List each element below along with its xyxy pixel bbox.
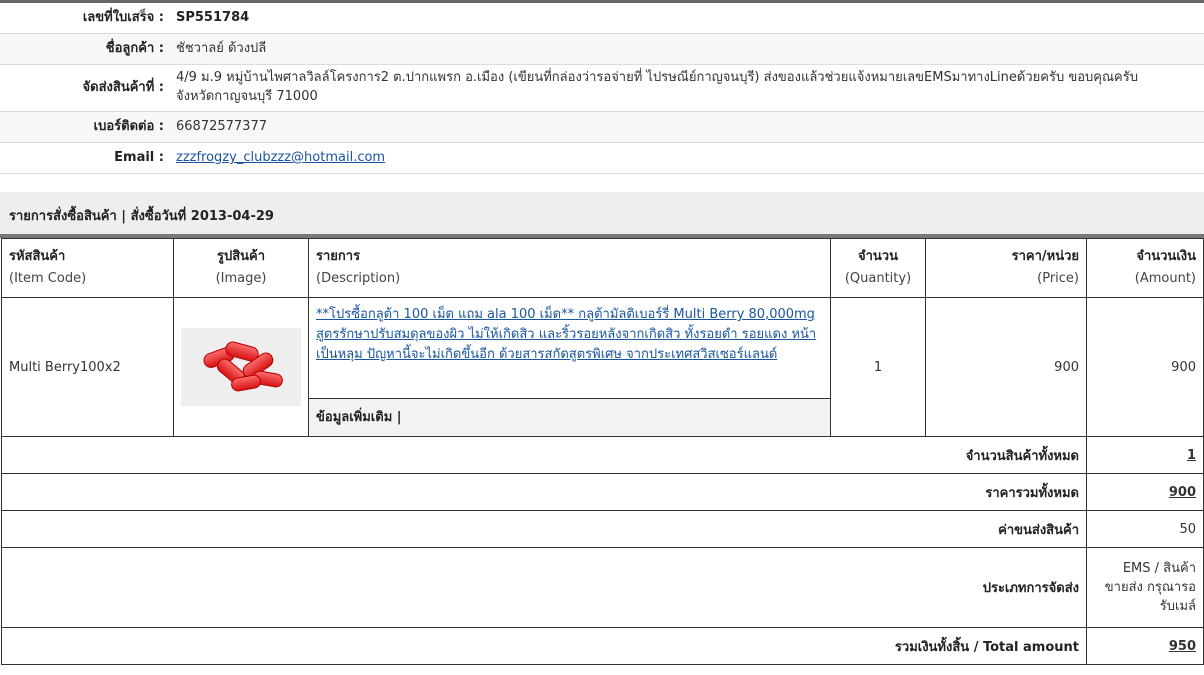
column-header-sublabel: (Amount) — [1134, 271, 1196, 286]
email-link[interactable]: zzzfrogzy_clubzzz@hotmail.com — [176, 150, 385, 165]
summary-row-shipping-type: ประเภทการจัดส่ง EMS / สินค้าขายส่ง กรุณา… — [1, 547, 1204, 628]
column-header-sublabel: (Description) — [316, 271, 401, 286]
shipping-type-label: ประเภทการจัดส่ง — [1, 547, 1087, 628]
shipping-type-value: EMS / สินค้าขายส่ง กรุณารอรับเมล์ — [1086, 547, 1204, 628]
column-header-sublabel: (Item Code) — [9, 271, 87, 286]
column-header-label: รูปสินค้า — [216, 249, 266, 264]
table-header-row: รหัสสินค้า (Item Code) รูปสินค้า (Image)… — [1, 238, 1204, 298]
table-row: Multi Berry100x2 **โปรซื้อกลูต้า 100 เม็… — [1, 297, 1204, 437]
address-label: จัดส่งสินค้าที่ : — [82, 80, 164, 95]
phone-label: เบอร์ติดต่อ : — [93, 119, 164, 134]
item-image-cell — [173, 297, 309, 437]
column-header-sublabel: (Quantity) — [844, 271, 912, 286]
column-header-amount: จำนวนเงิน (Amount) — [1086, 238, 1204, 298]
item-quantity: 1 — [830, 297, 926, 437]
summary-row-grand-total: รวมเงินทั้งสิ้น / Total amount 950 — [1, 627, 1204, 665]
receipt-label: เลขที่ใบเสร็จ : — [82, 10, 164, 25]
receipt-row: เลขที่ใบเสร็จ : SP551784 — [0, 3, 1204, 34]
column-header-item-code: รหัสสินค้า (Item Code) — [1, 238, 174, 298]
item-description-box: **โปรซื้อกลูต้า 100 เม็ด แถม ala 100 เม็… — [309, 298, 830, 398]
total-price-cell: 900 — [1086, 473, 1204, 511]
item-amount: 900 — [1086, 297, 1204, 437]
column-header-price: ราคา/หน่วย (Price) — [925, 238, 1087, 298]
column-header-label: จำนวน — [858, 249, 898, 264]
order-list-header: รายการสั่งซื้อสินค้า | สั่งซื้อวันที่ 20… — [0, 192, 1204, 238]
item-description-link[interactable]: **โปรซื้อกลูต้า 100 เม็ด แถม ala 100 เม็… — [316, 307, 816, 362]
column-header-image: รูปสินค้า (Image) — [173, 238, 309, 298]
customer-row: ชื่อลูกค้า : ชัชวาลย์ ด้วงปลี — [0, 34, 1204, 65]
grand-total-cell: 950 — [1086, 627, 1204, 665]
shipping-fee-value: 50 — [1086, 510, 1204, 548]
product-image[interactable] — [181, 328, 301, 406]
address-value: 4/9 ม.9 หมู่บ้านไพศาลวิลล์โครงการ2 ต.ปาก… — [170, 65, 1204, 111]
column-header-label: ราคา/หน่วย — [1011, 249, 1079, 264]
total-price-label: ราคารวมทั้งหมด — [1, 473, 1087, 511]
email-row: Email : zzzfrogzy_clubzzz@hotmail.com — [0, 143, 1204, 174]
address-row: จัดส่งสินค้าที่ : 4/9 ม.9 หมู่บ้านไพศาลว… — [0, 65, 1204, 112]
column-header-description: รายการ (Description) — [308, 238, 831, 298]
item-code: Multi Berry100x2 — [1, 297, 174, 437]
customer-name: ชัชวาลย์ ด้วงปลี — [176, 41, 267, 56]
column-header-label: จำนวนเงิน — [1136, 249, 1196, 264]
item-description-cell: **โปรซื้อกลูต้า 100 เม็ด แถม ala 100 เม็… — [308, 297, 831, 437]
order-items-table: รหัสสินค้า (Item Code) รูปสินค้า (Image)… — [1, 238, 1204, 665]
order-list-title: รายการสั่งซื้อสินค้า | สั่งซื้อวันที่ 20… — [9, 209, 274, 224]
email-label: Email : — [114, 150, 164, 165]
grand-total-link[interactable]: 950 — [1169, 639, 1196, 654]
total-price-link[interactable]: 900 — [1169, 485, 1196, 500]
column-header-sublabel: (Price) — [1037, 271, 1079, 286]
summary-row-total-quantity: จำนวนสินค้าทั้งหมด 1 — [1, 436, 1204, 474]
total-quantity-link[interactable]: 1 — [1187, 448, 1196, 463]
grand-total-label: รวมเงินทั้งสิ้น / Total amount — [1, 627, 1087, 665]
total-quantity-cell: 1 — [1086, 436, 1204, 474]
shipping-fee-label: ค่าขนส่งสินค้า — [1, 510, 1087, 548]
address-line-1: 4/9 ม.9 หมู่บ้านไพศาลวิลล์โครงการ2 ต.ปาก… — [176, 70, 1138, 85]
column-header-quantity: จำนวน (Quantity) — [830, 238, 926, 298]
summary-row-total-price: ราคารวมทั้งหมด 900 — [1, 473, 1204, 511]
summary-row-shipping: ค่าขนส่งสินค้า 50 — [1, 510, 1204, 548]
order-info-panel: เลขที่ใบเสร็จ : SP551784 ชื่อลูกค้า : ชั… — [0, 0, 1204, 174]
email-value-cell: zzzfrogzy_clubzzz@hotmail.com — [170, 143, 1204, 173]
column-header-label: รายการ — [316, 249, 361, 264]
phone-row: เบอร์ติดต่อ : 66872577377 — [0, 112, 1204, 143]
total-quantity-label: จำนวนสินค้าทั้งหมด — [1, 436, 1087, 474]
column-header-label: รหัสสินค้า — [9, 249, 66, 264]
column-header-sublabel: (Image) — [215, 271, 267, 286]
customer-label: ชื่อลูกค้า : — [105, 41, 164, 56]
item-price: 900 — [925, 297, 1087, 437]
receipt-number: SP551784 — [176, 10, 250, 25]
address-line-2: จังหวัดกาญจนบุรี 71000 — [176, 89, 318, 104]
item-more-info[interactable]: ข้อมูลเพิ่มเติม | — [309, 398, 830, 436]
phone-number: 66872577377 — [176, 119, 267, 134]
